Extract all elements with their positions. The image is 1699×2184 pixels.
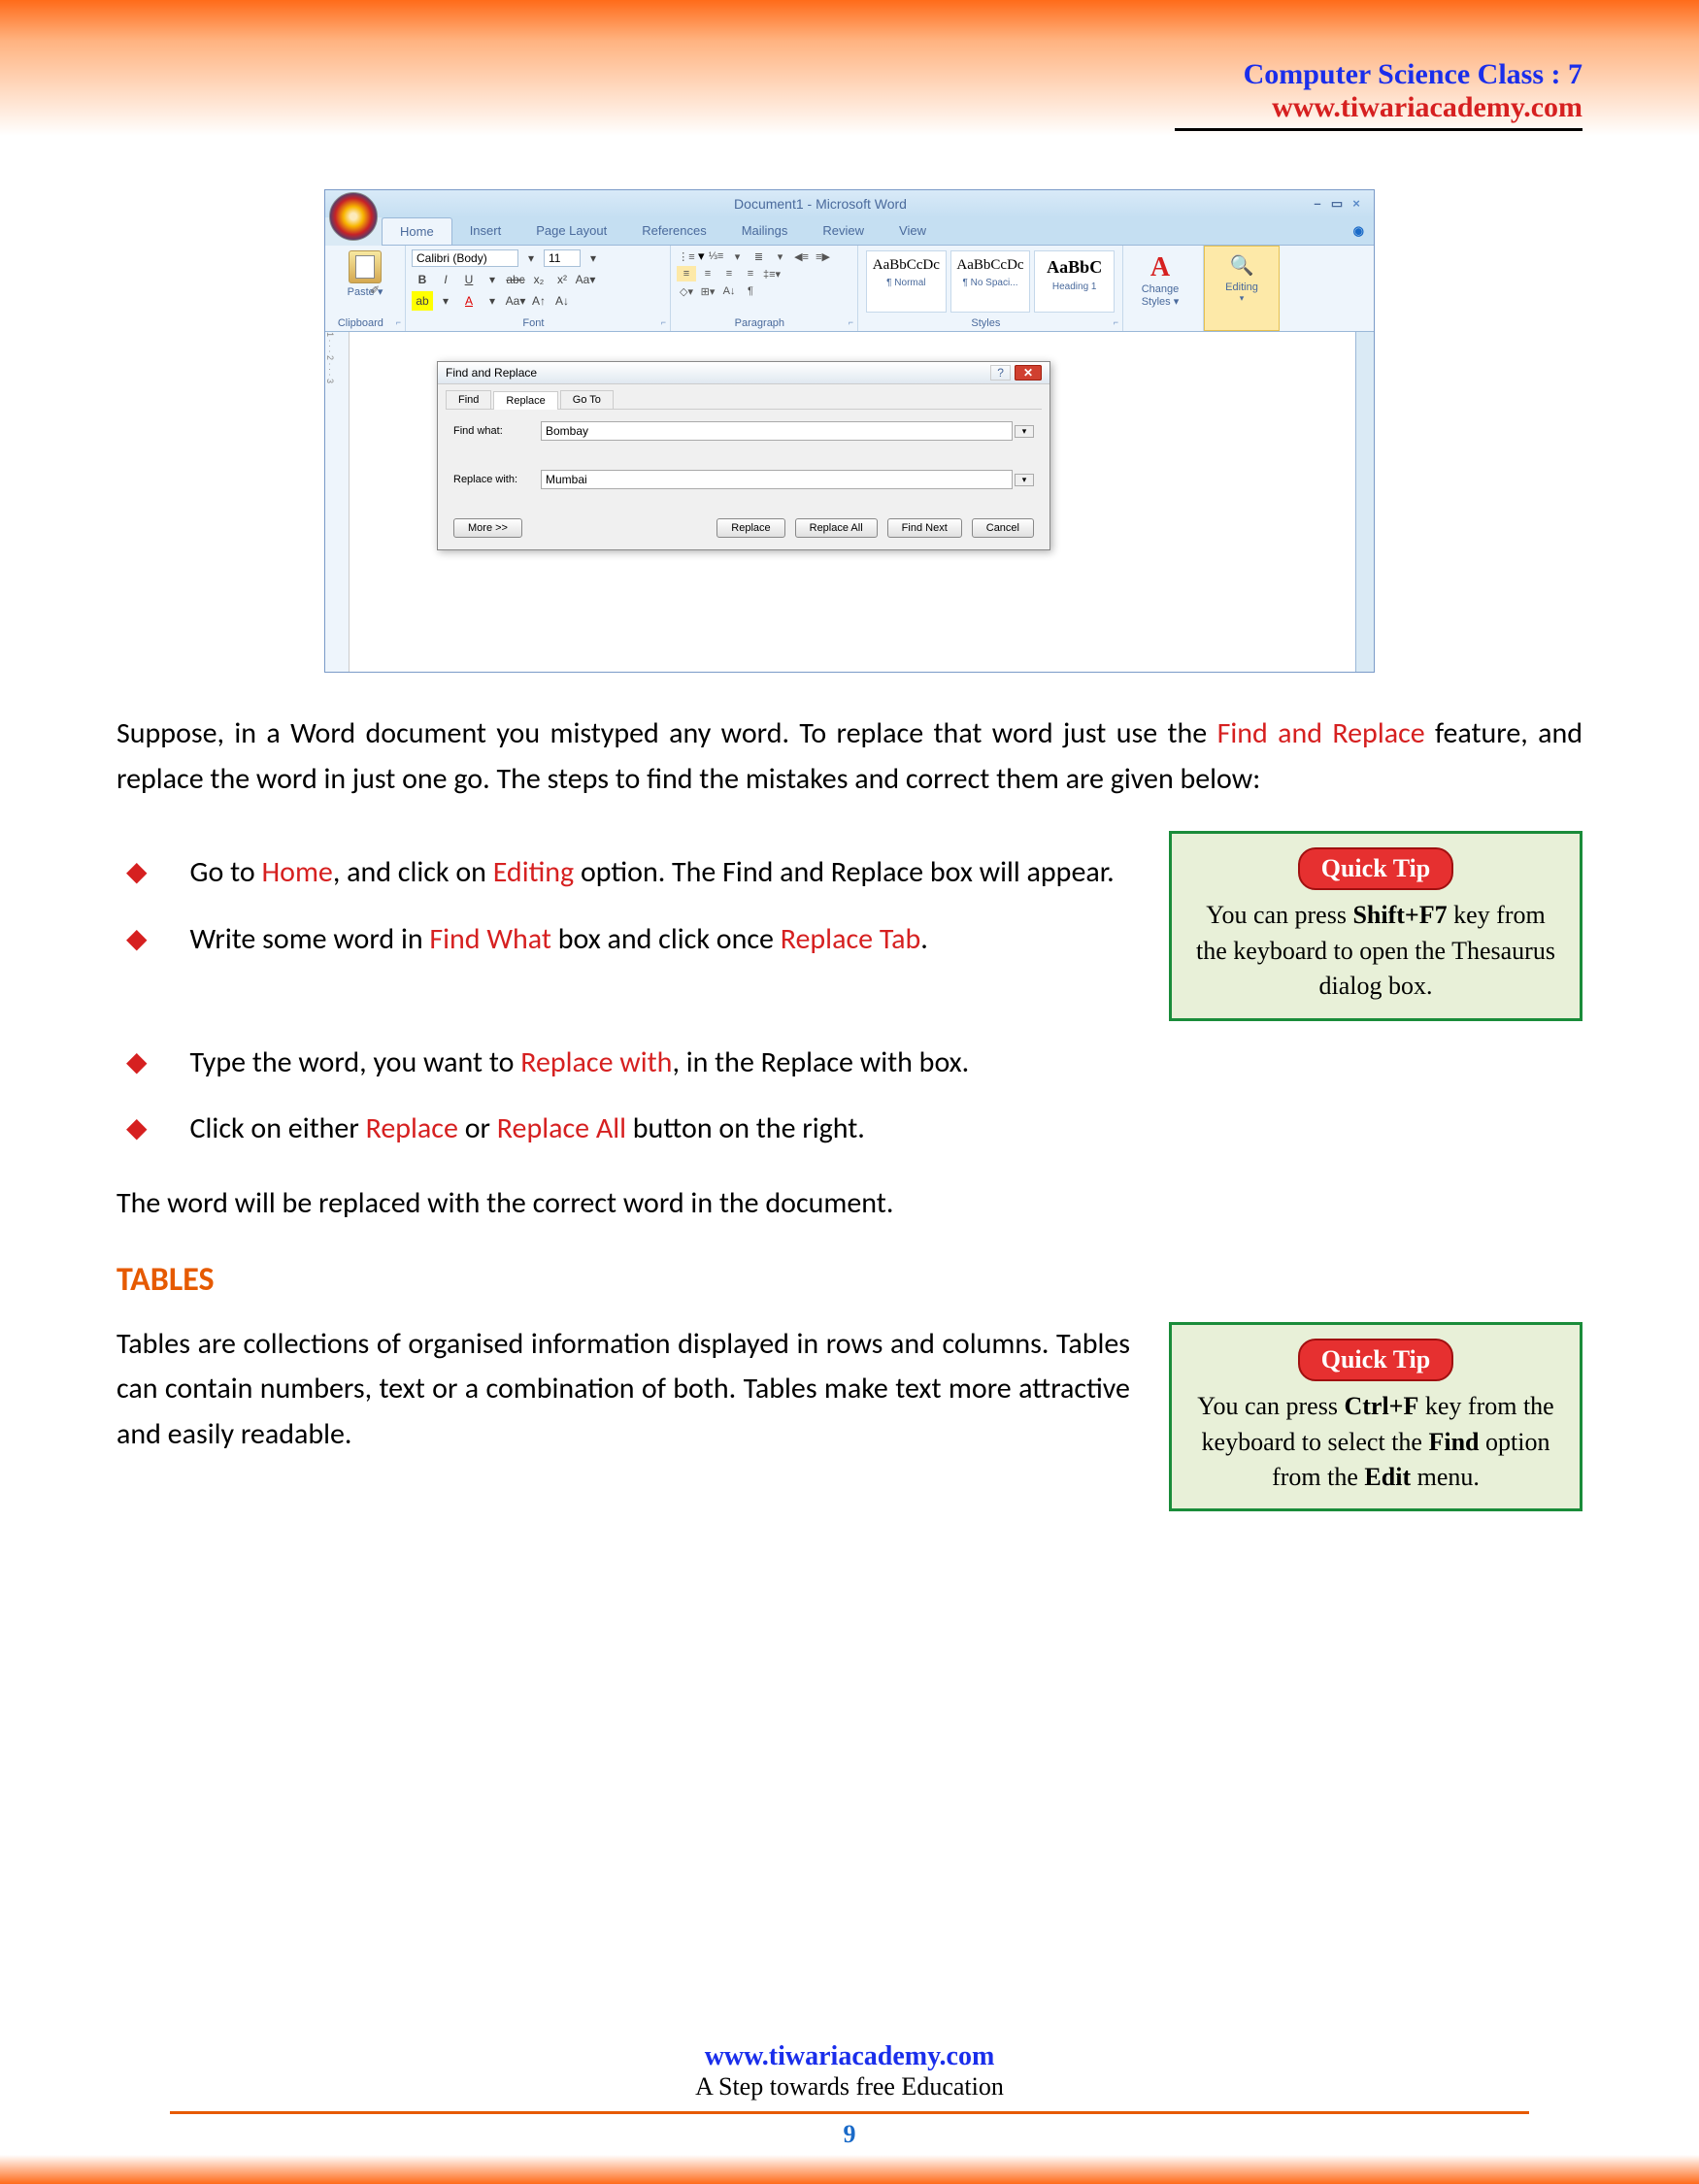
indent-right-button[interactable]: ≡▶ [814, 248, 833, 264]
highlight-button[interactable]: ab [412, 291, 433, 311]
style-heading1[interactable]: AaBbCHeading 1 [1034, 250, 1115, 313]
font-color-button[interactable]: A [458, 291, 480, 311]
bullet-icon: ◆ [126, 917, 148, 963]
borders-button[interactable]: ⊞▾ [698, 283, 717, 299]
change-styles-button[interactable]: AChange Styles ▾ [1129, 248, 1191, 308]
section-heading: TABLES [117, 1255, 1582, 1307]
document-canvas[interactable]: Find and Replace ?✕ Find Replace Go To F… [350, 332, 1355, 672]
find-replace-dialog: Find and Replace ?✕ Find Replace Go To F… [437, 361, 1050, 550]
tab-mailings[interactable]: Mailings [724, 217, 806, 245]
bullet-icon: ◆ [126, 1041, 148, 1086]
office-button-icon[interactable] [329, 192, 378, 241]
shrink-font-button[interactable]: A↓ [551, 291, 573, 311]
dialog-title: Find and Replace [446, 366, 537, 380]
grow-font-button[interactable]: A↑ [528, 291, 550, 311]
dialog-tab-replace[interactable]: Replace [493, 391, 557, 410]
close-icon[interactable]: × [1347, 196, 1366, 211]
dialog-tab-find[interactable]: Find [446, 390, 491, 409]
change-styles-group: AChange Styles ▾ [1123, 246, 1204, 331]
tab-view[interactable]: View [882, 217, 944, 245]
align-right-button[interactable]: ≡ [719, 266, 739, 281]
editing-group[interactable]: 🔍 Editing ▾ [1204, 246, 1280, 331]
tab-home[interactable]: Home [382, 217, 452, 245]
subscript-button[interactable]: x₂ [528, 270, 550, 289]
line-spacing-button[interactable]: ‡≡▾ [762, 266, 782, 281]
underline-button[interactable]: U [458, 270, 480, 289]
bold-button[interactable]: B [412, 270, 433, 289]
find-dropdown-icon[interactable]: ▾ [1015, 425, 1034, 438]
format-painter-icon[interactable]: ✐ [370, 283, 399, 297]
style-no-spacing[interactable]: AaBbCcDc¶ No Spaci... [950, 250, 1031, 313]
find-next-button[interactable]: Find Next [887, 518, 962, 538]
align-center-button[interactable]: ≡ [698, 266, 717, 281]
replace-all-button[interactable]: Replace All [795, 518, 878, 538]
page-number: 9 [0, 2120, 1699, 2149]
minimize-icon[interactable]: – [1308, 196, 1327, 211]
bullet-icon: ◆ [126, 850, 148, 896]
vertical-ruler: 1 · · · 2 · · · 3 [325, 332, 350, 672]
word-window: Document1 - Microsoft Word –▭× Home Inse… [324, 189, 1375, 673]
clipboard-group: Paste ▾ ✂⎘✐ Clipboard [325, 246, 406, 331]
multilevel-button[interactable]: ≣ [750, 248, 769, 264]
tab-references[interactable]: References [624, 217, 723, 245]
paste-icon [349, 250, 382, 283]
quick-tip-badge: Quick Tip [1298, 1339, 1454, 1381]
change-case-button[interactable]: Aa▾ [575, 270, 596, 289]
window-title: Document1 - Microsoft Word [333, 196, 1308, 212]
quick-tip-box: Quick Tip You can press Ctrl+F key from … [1169, 1322, 1582, 1512]
font-name-select[interactable]: Calibri (Body) [412, 249, 518, 267]
maximize-icon[interactable]: ▭ [1327, 196, 1347, 212]
bullet-icon: ◆ [126, 1107, 148, 1152]
bullets-button[interactable]: ⋮≡ [677, 248, 696, 264]
font-group: Calibri (Body)▾ 11▾ B I U▾ abc x₂ x² Aa▾… [406, 246, 671, 331]
numbering-button[interactable]: ⅓≡ [707, 248, 726, 264]
help-icon[interactable]: ◉ [1344, 217, 1374, 245]
replace-button[interactable]: Replace [716, 518, 784, 538]
tab-insert[interactable]: Insert [452, 217, 519, 245]
page-header: Computer Science Class : 7 www.tiwariaca… [117, 39, 1582, 131]
header-url: www.tiwariacademy.com [117, 91, 1582, 124]
body-text: Suppose, in a Word document you mistyped… [117, 711, 1582, 1511]
indent-left-button[interactable]: ◀≡ [792, 248, 812, 264]
dialog-close-icon[interactable]: ✕ [1015, 365, 1042, 381]
cancel-button[interactable]: Cancel [972, 518, 1034, 538]
find-what-input[interactable]: Bombay [541, 421, 1013, 441]
find-icon: 🔍 [1211, 249, 1273, 281]
justify-button[interactable]: ≡ [741, 266, 760, 281]
ribbon-tabs: Home Insert Page Layout References Maili… [382, 217, 1374, 246]
font-size-select[interactable]: 11 [544, 249, 581, 267]
change-styles-icon: A [1129, 252, 1191, 283]
quick-tip-badge: Quick Tip [1298, 847, 1454, 890]
replace-with-label: Replace with: [453, 474, 541, 485]
dialog-tab-goto[interactable]: Go To [560, 390, 614, 409]
more-button[interactable]: More >> [453, 518, 522, 538]
clear-format-button[interactable]: Aa▾ [505, 291, 526, 311]
paragraph-group: ⋮≡▾ ⅓≡▾ ≣▾ ◀≡ ≡▶ ≡ ≡ ≡ ≡ ‡≡▾ ◇▾ ⊞▾ A↓ ¶ … [671, 246, 858, 331]
tab-review[interactable]: Review [805, 217, 882, 245]
dialog-help-icon[interactable]: ? [990, 365, 1011, 381]
show-marks-button[interactable]: ¶ [741, 283, 760, 299]
strike-button[interactable]: abc [505, 270, 526, 289]
scrollbar[interactable] [1355, 332, 1374, 672]
find-what-label: Find what: [453, 425, 541, 437]
replace-with-input[interactable]: Mumbai [541, 470, 1013, 489]
shading-button[interactable]: ◇▾ [677, 283, 696, 299]
sort-button[interactable]: A↓ [719, 283, 739, 299]
page-footer: www.tiwariacademy.com A Step towards fre… [0, 2041, 1699, 2149]
styles-group: AaBbCcDc¶ Normal AaBbCcDc¶ No Spaci... A… [858, 246, 1123, 331]
replace-dropdown-icon[interactable]: ▾ [1015, 474, 1034, 486]
quick-tip-box: Quick Tip You can press Shift+F7 key fro… [1169, 831, 1582, 1021]
header-title: Computer Science Class : 7 [117, 58, 1582, 91]
superscript-button[interactable]: x² [551, 270, 573, 289]
align-left-button[interactable]: ≡ [677, 266, 696, 281]
italic-button[interactable]: I [435, 270, 456, 289]
tab-page-layout[interactable]: Page Layout [518, 217, 624, 245]
style-normal[interactable]: AaBbCcDc¶ Normal [866, 250, 947, 313]
